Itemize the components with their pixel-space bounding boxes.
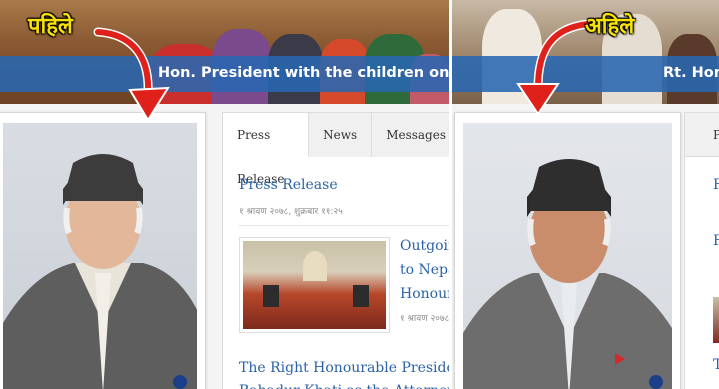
portrait-illustration	[463, 159, 672, 389]
tab-press-release[interactable]: Press Release	[223, 113, 310, 186]
news-panel: P F F T	[684, 112, 719, 389]
label-after: अहिले	[585, 14, 635, 39]
arrow-down-icon	[516, 19, 593, 116]
news-thumbnail-image	[243, 241, 386, 329]
divider	[239, 225, 449, 226]
story-title-line[interactable]: to Nepa	[400, 257, 449, 284]
portrait-card-after	[454, 112, 681, 389]
story-title-line[interactable]: Outgoin	[400, 233, 449, 260]
split-divider	[449, 0, 452, 389]
story-title-line[interactable]: F	[713, 233, 719, 249]
news-thumbnail[interactable]	[713, 297, 719, 343]
section-title-link[interactable]: F	[713, 177, 719, 193]
story-date: १ श्रावण २०७८	[400, 314, 449, 324]
portrait-illustration	[3, 154, 197, 389]
news-tabs: Press Release News Messages	[223, 113, 449, 186]
story-title-line[interactable]: Honoura	[400, 281, 449, 308]
label-before: पहिले	[28, 14, 73, 39]
portrait-card-before	[0, 112, 206, 389]
banner-caption[interactable]: Hon. President with the children on th	[158, 65, 449, 81]
after-panel: Rt. Hon अहिले P F F T	[452, 0, 719, 389]
tab-press-release[interactable]: P	[685, 113, 719, 157]
section-date: १ श्रावण २०७८, शुक्रबार ११:२५	[239, 207, 343, 217]
section-title-link[interactable]: Press Release	[239, 177, 338, 193]
arrow-down-icon	[93, 27, 170, 122]
before-panel: Hon. President with the children on th प…	[0, 0, 449, 389]
tab-news[interactable]: News	[309, 113, 373, 157]
story-title-line[interactable]: T	[713, 357, 719, 373]
president-portrait	[3, 123, 197, 389]
news-thumbnail[interactable]	[239, 237, 390, 333]
story-title-line[interactable]: Bahadur Khati as the Attorney Ge	[239, 380, 449, 389]
banner-caption[interactable]: Rt. Hon	[663, 65, 719, 81]
tab-messages[interactable]: Messages	[372, 113, 449, 157]
banner-caption-bar[interactable]: Hon. President with the children on th	[0, 56, 449, 92]
news-panel: Press Release News Messages Press Releas…	[222, 112, 449, 389]
story-title-line[interactable]: The Right Honourable President A	[239, 357, 449, 380]
president-portrait	[463, 123, 672, 389]
